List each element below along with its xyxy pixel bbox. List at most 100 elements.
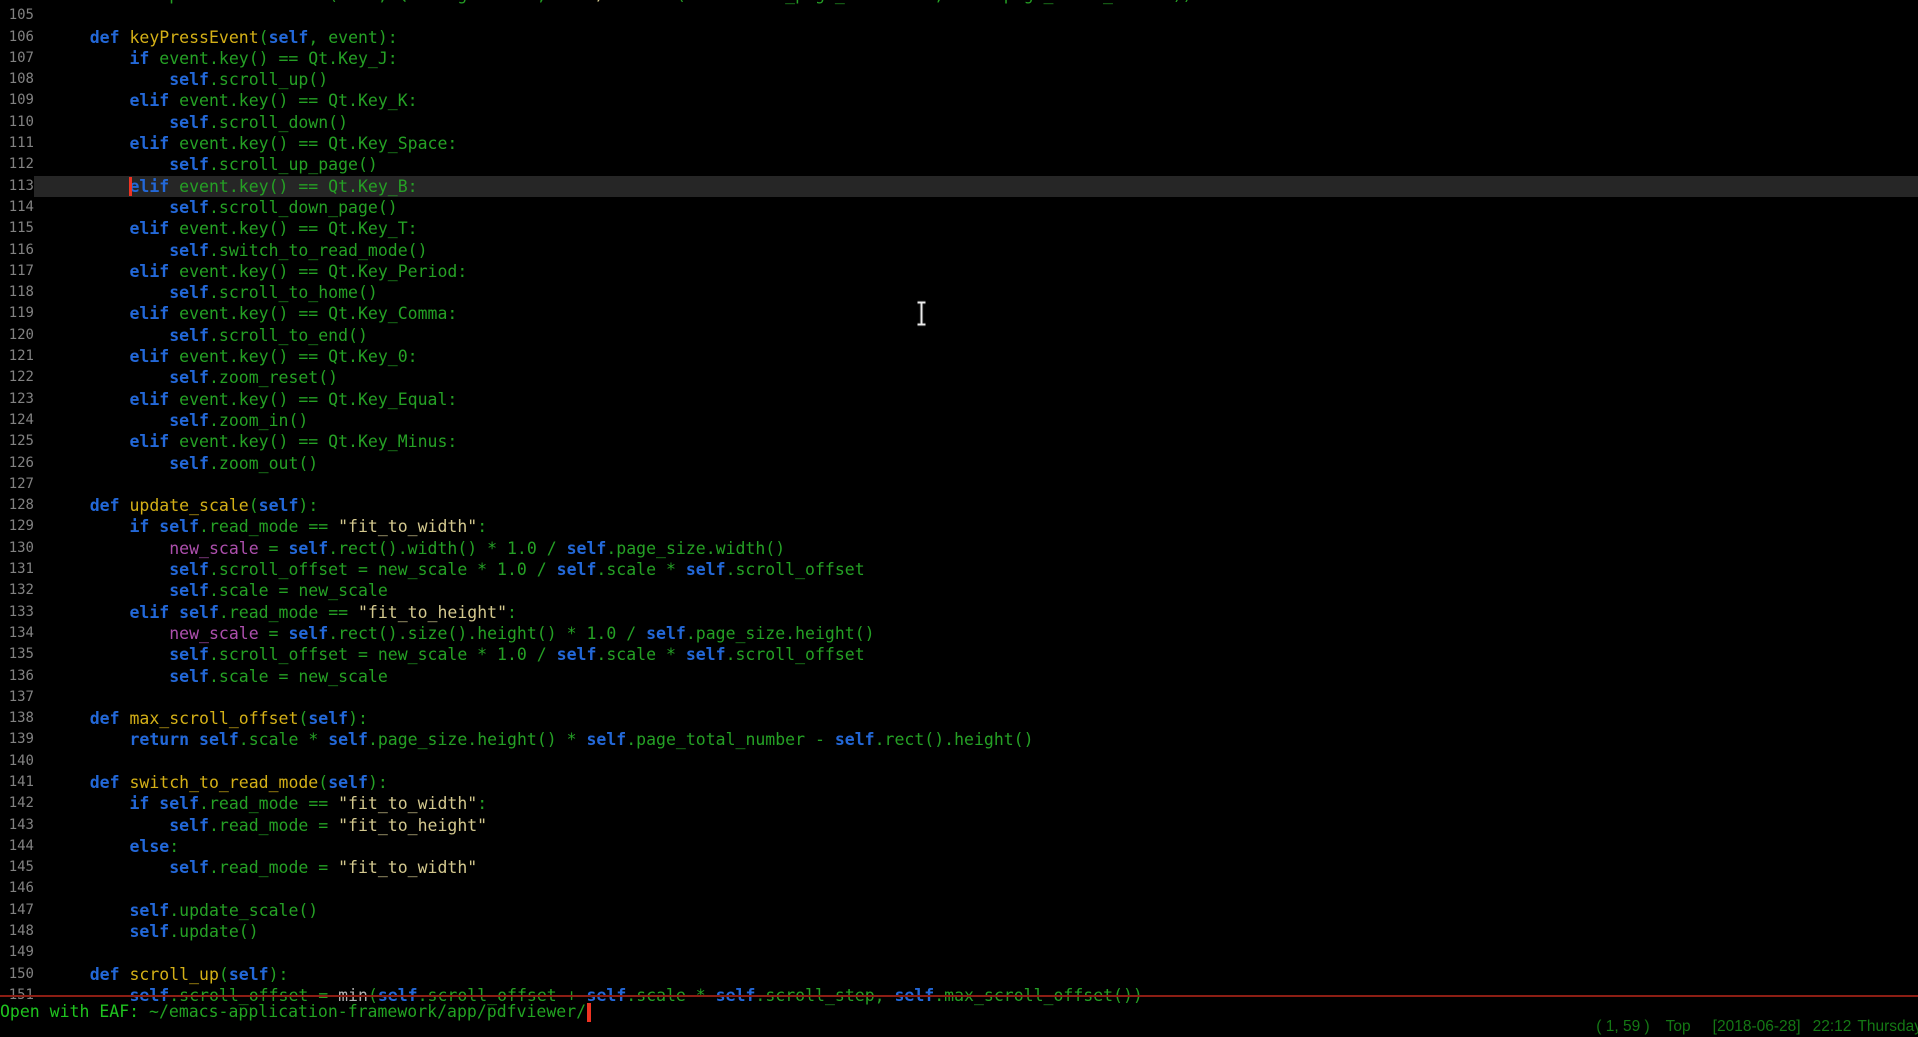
code-text: self.read_mode = "fit_to_height" <box>34 815 1918 836</box>
code-line[interactable]: 132 self.scale = new_scale <box>0 580 1918 601</box>
code-line[interactable]: 146 <box>0 878 1918 899</box>
code-text: new_scale = self.rect().size().height() … <box>34 623 1918 644</box>
code-line[interactable]: 137 <box>0 687 1918 708</box>
code-line[interactable]: 116 self.switch_to_read_mode() <box>0 240 1918 261</box>
code-text <box>34 942 1918 963</box>
line-number: 131 <box>0 559 34 580</box>
line-number: 109 <box>0 90 34 111</box>
code-line[interactable]: 117 elif event.key() == Qt.Key_Period: <box>0 261 1918 282</box>
code-text: self.zoom_in() <box>34 410 1918 431</box>
code-line[interactable]: 121 elif event.key() == Qt.Key_0: <box>0 346 1918 367</box>
line-number: 108 <box>0 69 34 90</box>
line-number: 146 <box>0 878 34 899</box>
code-line[interactable]: 135 self.scroll_offset = new_scale * 1.0… <box>0 644 1918 665</box>
code-line[interactable]: 138 def max_scroll_offset(self): <box>0 708 1918 729</box>
code-line[interactable]: 109 elif event.key() == Qt.Key_K: <box>0 90 1918 111</box>
code-line[interactable]: 112 self.scroll_up_page() <box>0 154 1918 175</box>
code-line[interactable]: 124 self.zoom_in() <box>0 410 1918 431</box>
code-text: self.scale = new_scale <box>34 666 1918 687</box>
line-number: 142 <box>0 793 34 814</box>
code-text <box>34 474 1918 495</box>
minibuffer-input[interactable]: ~/emacs-application-framework/app/pdfvie… <box>149 1002 586 1021</box>
code-line[interactable]: 149 <box>0 942 1918 963</box>
code-line[interactable]: 143 self.read_mode = "fit_to_height" <box>0 815 1918 836</box>
code-line[interactable]: 142 if self.read_mode == "fit_to_width": <box>0 793 1918 814</box>
line-number: 118 <box>0 282 34 303</box>
code-line[interactable]: 150 def scroll_up(self): <box>0 964 1918 985</box>
line-number: 143 <box>0 815 34 836</box>
code-line[interactable]: 130 new_scale = self.rect().width() * 1.… <box>0 538 1918 559</box>
code-text: self.scroll_up_page() <box>34 154 1918 175</box>
line-number: 135 <box>0 644 34 665</box>
code-text: self.scroll_offset = new_scale * 1.0 / s… <box>34 559 1918 580</box>
code-line[interactable]: 139 return self.scale * self.page_size.h… <box>0 729 1918 750</box>
line-number: 112 <box>0 154 34 175</box>
minibuffer-prompt: Open with EAF: <box>0 1002 149 1021</box>
window-divider <box>0 995 1918 997</box>
line-number: 123 <box>0 389 34 410</box>
code-line[interactable]: 123 elif event.key() == Qt.Key_Equal: <box>0 389 1918 410</box>
line-number: 138 <box>0 708 34 729</box>
code-line[interactable]: 108 self.scroll_up() <box>0 69 1918 90</box>
code-line[interactable]: 145 self.read_mode = "fit_to_width" <box>0 857 1918 878</box>
line-number: 125 <box>0 431 34 452</box>
code-line[interactable]: 125 elif event.key() == Qt.Key_Minus: <box>0 431 1918 452</box>
status-time: 22:12 <box>1813 1018 1852 1035</box>
code-line[interactable]: 147 self.update_scale() <box>0 900 1918 921</box>
code-text <box>34 751 1918 772</box>
line-number: 119 <box>0 303 34 324</box>
line-number: 132 <box>0 580 34 601</box>
line-number: 113 <box>0 176 34 197</box>
code-text <box>34 878 1918 899</box>
code-text: else: <box>34 836 1918 857</box>
code-line[interactable]: 114 self.scroll_down_page() <box>0 197 1918 218</box>
code-text: self.zoom_reset() <box>34 367 1918 388</box>
line-number: 128 <box>0 495 34 516</box>
code-text: elif event.key() == Qt.Key_T: <box>34 218 1918 239</box>
code-line[interactable]: 111 elif event.key() == Qt.Key_Space: <box>0 133 1918 154</box>
status-weekday: Thursday <box>1857 1018 1918 1035</box>
code-line[interactable]: 110 self.scroll_down() <box>0 112 1918 133</box>
code-line[interactable]: 122 self.zoom_reset() <box>0 367 1918 388</box>
line-number: 122 <box>0 367 34 388</box>
line-number: 121 <box>0 346 34 367</box>
code-line[interactable]: 126 self.zoom_out() <box>0 453 1918 474</box>
code-text: elif event.key() == Qt.Key_0: <box>34 346 1918 367</box>
code-line[interactable]: 144 else: <box>0 836 1918 857</box>
line-number: 126 <box>0 453 34 474</box>
code-line[interactable]: 141 def switch_to_read_mode(self): <box>0 772 1918 793</box>
line-number: 107 <box>0 48 34 69</box>
code-line[interactable]: 105 <box>0 5 1918 26</box>
code-text: self.scroll_offset = new_scale * 1.0 / s… <box>34 644 1918 665</box>
code-line[interactable]: 113 elif event.key() == Qt.Key_B: <box>0 176 1918 197</box>
code-line[interactable]: 120 self.scroll_to_end() <box>0 325 1918 346</box>
code-line[interactable]: 136 self.scale = new_scale <box>0 666 1918 687</box>
code-text: def max_scroll_offset(self): <box>34 708 1918 729</box>
code-text: self.zoom_out() <box>34 453 1918 474</box>
code-text: if event.key() == Qt.Key_J: <box>34 48 1918 69</box>
code-line[interactable]: 128 def update_scale(self): <box>0 495 1918 516</box>
code-line[interactable]: 119 elif event.key() == Qt.Key_Comma: <box>0 303 1918 324</box>
code-line[interactable]: 129 if self.read_mode == "fit_to_width": <box>0 516 1918 537</box>
line-number: 149 <box>0 942 34 963</box>
code-line[interactable]: 115 elif event.key() == Qt.Key_T: <box>0 218 1918 239</box>
code-line[interactable]: 140 <box>0 751 1918 772</box>
code-text: def keyPressEvent(self, event): <box>34 27 1918 48</box>
line-number: 110 <box>0 112 34 133</box>
code-text: if self.read_mode == "fit_to_width": <box>34 793 1918 814</box>
line-number: 127 <box>0 474 34 495</box>
code-text: elif self.read_mode == "fit_to_height": <box>34 602 1918 623</box>
line-number: 120 <box>0 325 34 346</box>
code-line[interactable]: 148 self.update() <box>0 921 1918 942</box>
code-line[interactable]: 134 new_scale = self.rect().size().heigh… <box>0 623 1918 644</box>
code-line[interactable]: 133 elif self.read_mode == "fit_to_heigh… <box>0 602 1918 623</box>
code-text <box>34 5 1918 26</box>
status-tray: ( 1, 59 )Top[2018-06-28]22:12Thursday <box>1596 1018 1918 1036</box>
code-line[interactable]: 127 <box>0 474 1918 495</box>
code-line[interactable]: 107 if event.key() == Qt.Key_J: <box>0 48 1918 69</box>
line-number: 147 <box>0 900 34 921</box>
code-text: if self.read_mode == "fit_to_width": <box>34 516 1918 537</box>
code-line[interactable]: 118 self.scroll_to_home() <box>0 282 1918 303</box>
code-line[interactable]: 106 def keyPressEvent(self, event): <box>0 27 1918 48</box>
code-line[interactable]: 131 self.scroll_offset = new_scale * 1.0… <box>0 559 1918 580</box>
